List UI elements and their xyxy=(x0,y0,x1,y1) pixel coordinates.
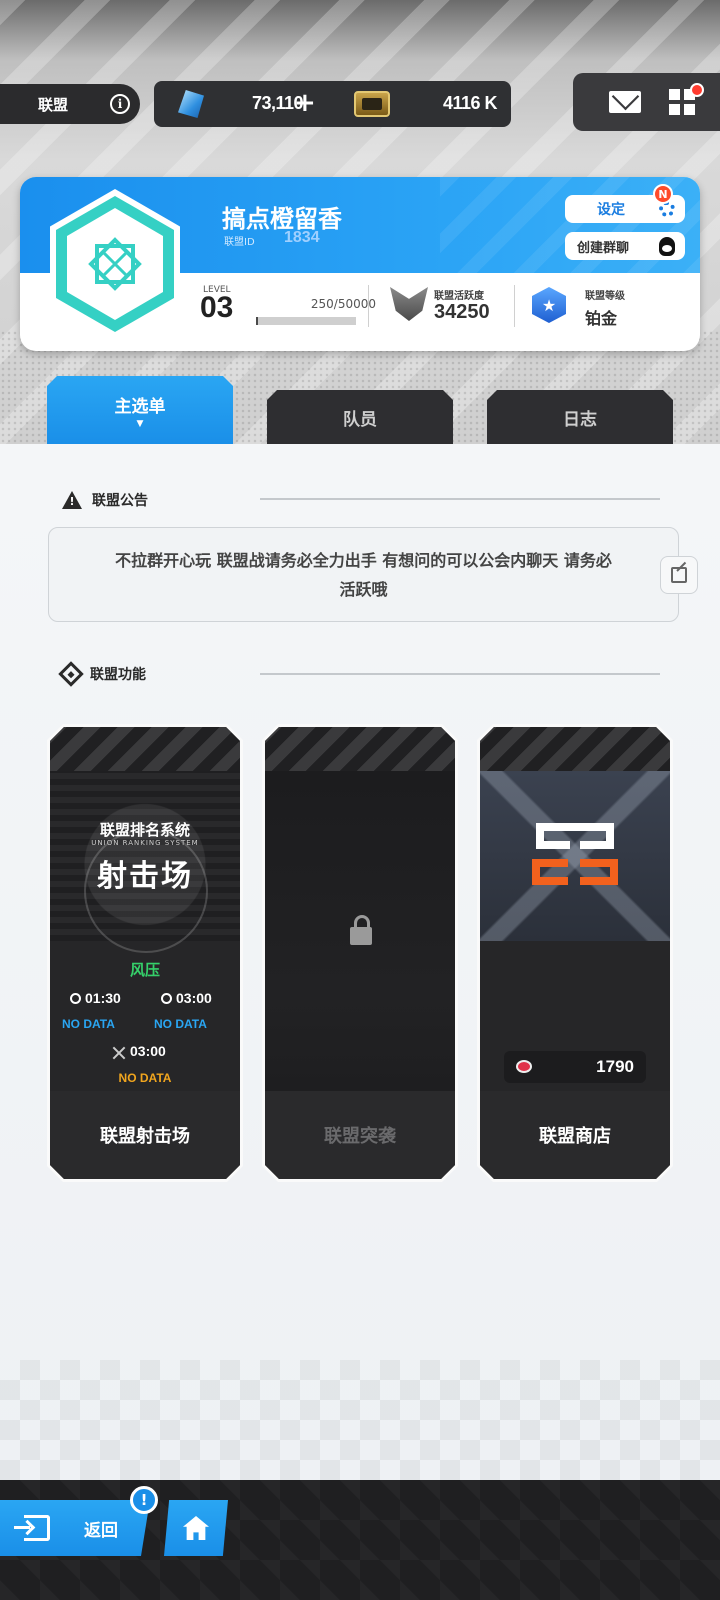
union-raid-title: 联盟突袭 xyxy=(265,1091,455,1179)
timer-2-value: 03:00 xyxy=(176,990,212,1006)
home-button[interactable] xyxy=(164,1500,228,1556)
exp-progress-fill xyxy=(256,317,258,325)
crossed-swords-icon xyxy=(112,1046,126,1060)
no-data-1: NO DATA xyxy=(62,1017,115,1031)
union-level: 03 xyxy=(200,291,234,324)
alarm-clock-icon xyxy=(70,993,81,1004)
union-raid-card-inner: 联盟突袭 xyxy=(265,727,455,1179)
union-raid-card[interactable]: 联盟突袭 xyxy=(262,724,458,1182)
rank-star-icon: ★ xyxy=(532,287,566,323)
notice-heading: ! 联盟公告 xyxy=(62,490,148,510)
union-range-card[interactable]: 联盟排名系统 UNION RANKING SYSTEM 射击场 风压 01:30… xyxy=(47,724,243,1182)
edit-icon xyxy=(671,567,687,583)
union-name: 搞点橙留香 xyxy=(222,205,342,233)
stat-divider xyxy=(514,285,515,327)
timer-3-value: 03:00 xyxy=(130,1043,166,1059)
tab-members[interactable]: 队员 xyxy=(267,390,453,444)
rank-label: 联盟等级 xyxy=(585,291,625,302)
tab-log-label: 日志 xyxy=(563,409,597,430)
stat-divider xyxy=(368,285,369,327)
tab-members-label: 队员 xyxy=(343,409,377,430)
edit-notice-button[interactable] xyxy=(660,556,698,594)
lock-icon xyxy=(350,927,372,945)
exit-icon xyxy=(14,1515,50,1541)
shop-currency-bar: 1790 xyxy=(504,1051,646,1083)
union-range-title: 联盟射击场 xyxy=(50,1091,240,1179)
qq-icon xyxy=(659,237,675,256)
alert-badge: ! xyxy=(130,1486,158,1514)
back-button[interactable]: 返回 xyxy=(0,1500,150,1556)
screen-title-pill: 联盟 i xyxy=(0,84,140,124)
union-shop-title: 联盟商店 xyxy=(480,1091,670,1179)
info-icon[interactable]: i xyxy=(110,94,130,114)
knot-icon xyxy=(88,237,142,291)
union-coin-count: 1790 xyxy=(596,1057,634,1076)
alarm-clock-icon xyxy=(161,993,172,1004)
emblem-outer-hex xyxy=(56,196,174,332)
section-divider xyxy=(260,673,660,675)
rank-value: 铂金 xyxy=(585,309,618,328)
card-icon xyxy=(354,91,390,117)
emblem-inner-hex xyxy=(67,208,163,320)
no-data-3: NO DATA xyxy=(118,1071,172,1085)
union-coin-icon xyxy=(516,1060,532,1073)
tab-main-label: 主选单 xyxy=(114,396,166,417)
hazard-stripes xyxy=(50,727,240,771)
back-label: 返回 xyxy=(84,1520,118,1541)
credit-count: 4116 K xyxy=(442,93,498,113)
union-info-card: 搞点橙留香 联盟ID 1834 设定 创建群聊 LEVEL 03 250/500… xyxy=(20,177,700,351)
checker-backdrop xyxy=(0,1360,720,1480)
screen-title: 联盟 xyxy=(38,95,69,114)
plus-icon[interactable]: + xyxy=(294,88,316,118)
warning-icon: ! xyxy=(62,491,82,509)
new-badge: N xyxy=(653,184,673,204)
settings-label: 设定 xyxy=(597,202,625,218)
functions-heading: 联盟功能 xyxy=(58,661,146,687)
home-icon xyxy=(183,1516,209,1540)
activity-emblem-icon xyxy=(390,287,428,321)
tab-log[interactable]: 日志 xyxy=(487,390,673,444)
hazard-stripes xyxy=(480,727,670,771)
create-group-chat-button[interactable]: 创建群聊 xyxy=(565,232,685,260)
range-subtitle: 联盟排名系统 xyxy=(99,821,190,839)
functions-heading-label: 联盟功能 xyxy=(90,667,146,683)
timer-2: 03:00 xyxy=(161,990,212,1006)
group-chat-label: 创建群聊 xyxy=(577,240,630,256)
shop-logo-icon xyxy=(532,823,618,885)
top-menu-box xyxy=(573,73,720,131)
caret-down-icon: ▼ xyxy=(136,418,144,429)
union-id: 1834 xyxy=(284,229,320,246)
union-shop-card[interactable]: 1790 联盟商店 xyxy=(477,724,673,1182)
mail-icon[interactable] xyxy=(609,91,641,113)
exp-text: 250/50000 xyxy=(310,297,376,311)
activity-label: 联盟活跃度 xyxy=(434,291,484,302)
no-data-2: NO DATA xyxy=(154,1017,207,1031)
notification-dot-icon xyxy=(690,83,704,97)
hazard-stripes xyxy=(265,727,455,771)
range-subtitle-en: UNION RANKING SYSTEM xyxy=(91,839,199,847)
section-divider xyxy=(260,498,660,500)
exp-progress-bar xyxy=(256,317,356,325)
timer-1: 01:30 xyxy=(70,990,121,1006)
notice-text: 不拉群开心玩 联盟战请务必全力出手 有想问的可以公会内聊天 请务必活跃哦 xyxy=(115,550,612,599)
tab-main-menu[interactable]: 主选单 ▼ xyxy=(47,376,233,444)
union-range-card-inner: 联盟排名系统 UNION RANKING SYSTEM 射击场 风压 01:30… xyxy=(50,727,240,1179)
timer-1-value: 01:30 xyxy=(85,990,121,1006)
union-shop-card-inner: 1790 联盟商店 xyxy=(480,727,670,1179)
range-main-title: 射击场 xyxy=(97,859,193,894)
activity-value: 34250 xyxy=(434,301,490,323)
gem-icon xyxy=(178,90,204,118)
resource-bar: 73,110 + 4116 K xyxy=(154,81,511,127)
union-id-label: 联盟ID xyxy=(224,237,255,248)
notice-box: 不拉群开心玩 联盟战请务必全力出手 有想问的可以公会内聊天 请务必活跃哦 xyxy=(48,527,679,622)
diamond-icon xyxy=(58,661,84,687)
wind-pressure-label: 风压 xyxy=(129,961,160,979)
notice-heading-label: 联盟公告 xyxy=(92,493,148,509)
